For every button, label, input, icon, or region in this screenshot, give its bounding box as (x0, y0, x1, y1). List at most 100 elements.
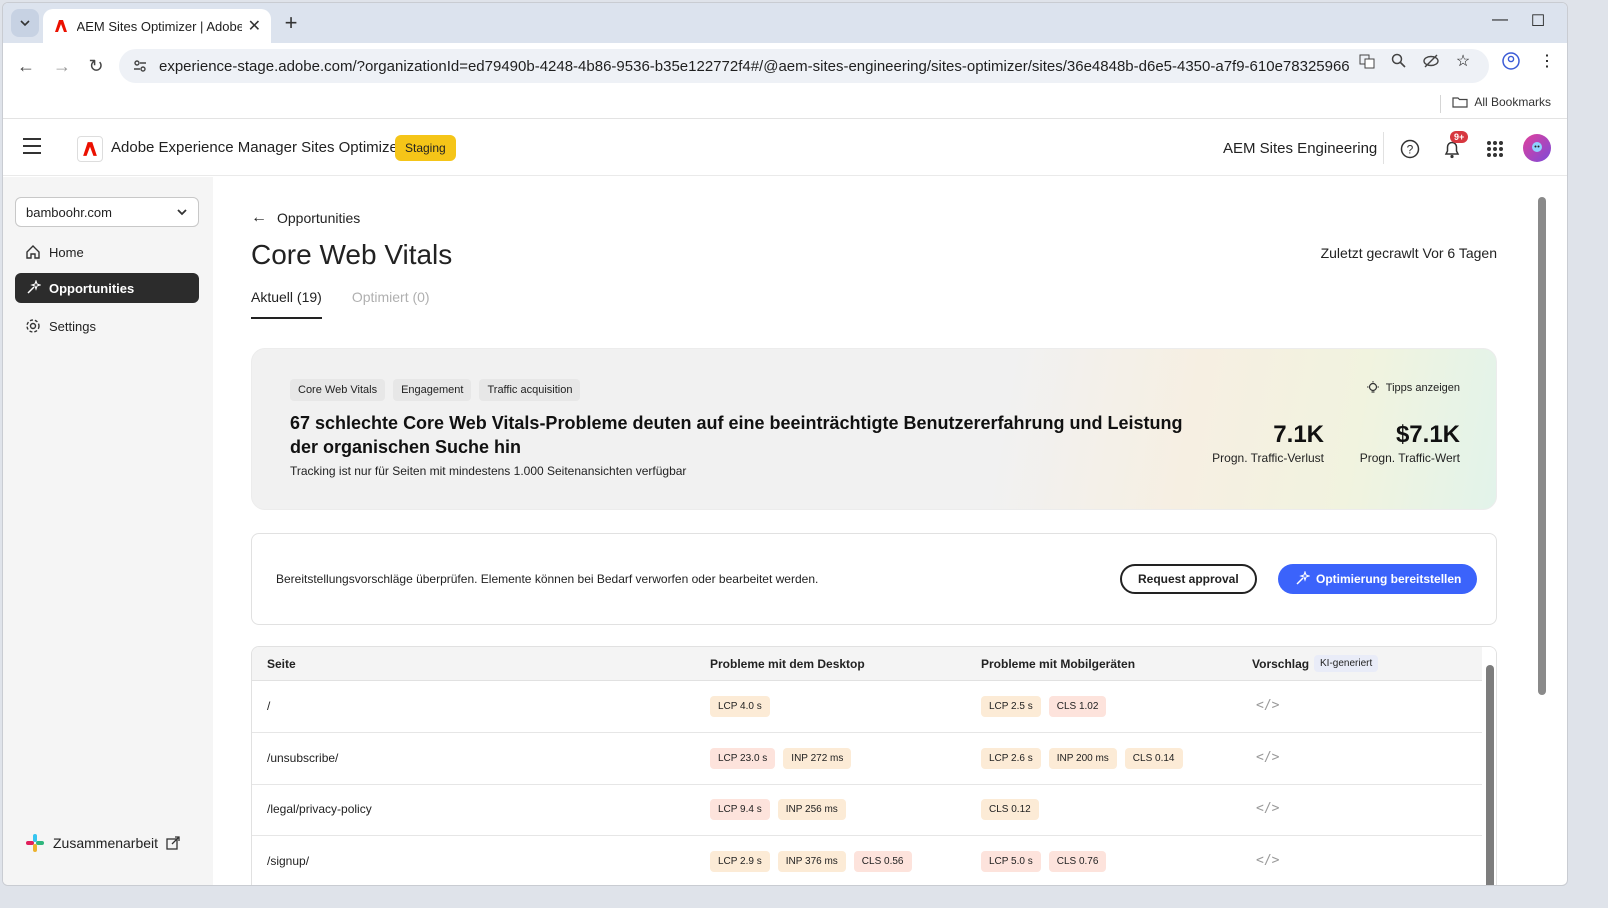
tab-current[interactable]: Aktuell (19) (251, 289, 322, 319)
sidebar-item-settings[interactable]: Settings (15, 311, 199, 341)
external-link-icon (166, 836, 180, 850)
site-info-icon[interactable] (125, 58, 155, 74)
deployment-text: Bereitstellungsvorschläge überprüfen. El… (276, 572, 819, 586)
page-path[interactable]: /signup/ (267, 854, 309, 868)
site-selector[interactable]: bamboohr.com (15, 197, 199, 227)
eye-off-icon[interactable] (1421, 51, 1441, 71)
stat-value: 7.1K (1273, 421, 1324, 448)
close-tab-icon[interactable]: ✕ (248, 16, 261, 36)
column-header-desktop[interactable]: Probleme mit dem Desktop (710, 657, 865, 671)
collaboration-label: Zusammenarbeit (53, 835, 159, 851)
page-path[interactable]: / (267, 699, 270, 713)
browser-toolbar: ← → ↻ experience-stage.adobe.com/?organi… (3, 43, 1567, 89)
org-switcher[interactable]: AEM Sites Engineering (1223, 140, 1377, 157)
crawl-info: Zuletzt gecrawlt Vor 6 Tagen (1320, 245, 1497, 261)
desktop-issues: LCP 23.0 s INP 272 ms (710, 747, 852, 769)
code-suggestion-icon[interactable]: </> (1256, 750, 1279, 765)
bookmark-star-icon[interactable]: ☆ (1453, 51, 1473, 71)
chevron-down-icon (20, 20, 30, 27)
code-suggestion-icon[interactable]: </> (1256, 801, 1279, 816)
metric-chip: LCP 9.4 s (710, 799, 770, 820)
help-icon[interactable]: ? (1399, 138, 1421, 160)
tab-search-button[interactable] (11, 9, 39, 37)
summary-headline: 67 schlechte Core Web Vitals-Probleme de… (290, 413, 1183, 457)
sidebar-item-home[interactable]: Home (15, 237, 199, 267)
arrow-left-icon: ← (251, 209, 267, 226)
back-icon[interactable]: ← (15, 55, 37, 77)
page-path[interactable]: /unsubscribe/ (267, 751, 338, 765)
sidebar-item-opportunities[interactable]: Opportunities (15, 273, 199, 303)
user-avatar[interactable] (1523, 134, 1551, 162)
column-header-suggestion[interactable]: Vorschlag (1252, 657, 1309, 671)
address-bar[interactable]: experience-stage.adobe.com/?organization… (119, 49, 1489, 83)
metric-chip: LCP 5.0 s (981, 850, 1041, 872)
mobile-issues: LCP 2.6 s INP 200 ms CLS 0.14 (981, 747, 1183, 769)
metric-chip: CLS 0.14 (1124, 747, 1183, 769)
chevron-down-icon (177, 209, 187, 216)
close-window-button[interactable]: ✕ (1559, 11, 1567, 31)
mobile-issues: LCP 5.0 s CLS 0.76 (981, 850, 1107, 872)
tag: Engagement (393, 379, 472, 401)
column-header-mobile[interactable]: Probleme mit Mobilgeräten (981, 657, 1135, 671)
request-approval-button[interactable]: Request approval (1120, 564, 1257, 594)
deploy-optimization-button[interactable]: Optimierung bereitstellen (1278, 564, 1478, 594)
collaboration-link[interactable]: Zusammenarbeit (25, 833, 180, 853)
more-menu-icon[interactable]: ⋮ (1537, 51, 1557, 71)
metric-chip: LCP 4.0 s (710, 696, 770, 717)
stat-label: Progn. Traffic-Verlust (1212, 451, 1324, 465)
deploy-optimization-label: Optimierung bereitstellen (1316, 572, 1462, 586)
sidebar-item-label: Opportunities (49, 280, 135, 296)
forward-icon[interactable]: → (51, 55, 73, 77)
apps-grid-icon[interactable] (1484, 138, 1506, 160)
url-text: experience-stage.adobe.com/?organization… (159, 57, 1349, 75)
metric-chip: INP 376 ms (777, 850, 846, 872)
scrollbar-thumb[interactable] (1538, 197, 1546, 695)
translate-icon[interactable] (1357, 51, 1377, 71)
table-row[interactable]: /signup/LCP 2.9 s INP 376 ms CLS 0.56 LCP 5… (252, 836, 1482, 886)
metric-chip: LCP 2.9 s (710, 850, 770, 872)
metric-chip: CLS 0.56 (853, 850, 912, 872)
all-bookmarks-button[interactable]: All Bookmarks (1452, 95, 1551, 109)
table-row[interactable]: /legal/privacy-policy LCP 9.4 s INP 256 ms… (252, 784, 1482, 836)
stat-value: $7.1K (1395, 421, 1460, 448)
stat-traffic-value: $7.1K Progn. Traffic-Wert (1360, 421, 1460, 465)
desktop-issues: LCP 4.0 s (710, 696, 770, 717)
table-scrollbar[interactable] (1482, 647, 1496, 885)
sparkle-icon (27, 280, 41, 294)
minimize-button[interactable]: — (1485, 11, 1515, 29)
scrollbar-thumb[interactable] (1486, 665, 1494, 885)
site-selector-value: bamboohr.com (26, 204, 112, 220)
all-bookmarks-label: All Bookmarks (1474, 95, 1551, 109)
code-suggestion-icon[interactable]: </> (1256, 698, 1279, 713)
profile-icon[interactable] (1501, 51, 1521, 71)
header-divider (1383, 132, 1384, 164)
tab-list: Aktuell (19) Optimiert (0) (251, 289, 430, 319)
metric-chip: INP 200 ms (1048, 747, 1117, 769)
zoom-icon[interactable] (1389, 51, 1409, 71)
maximize-button[interactable]: ☐ (1523, 11, 1553, 31)
page-scrollbar[interactable] (1535, 177, 1549, 885)
browser-window: AEM Sites Optimizer | Adobe Ex ✕ + — ☐ ✕… (2, 2, 1568, 886)
sidebar-item-label: Home (49, 244, 84, 260)
browser-tab[interactable]: AEM Sites Optimizer | Adobe Ex ✕ (43, 9, 271, 43)
sidebar-item-label: Settings (49, 318, 96, 334)
app-name: Adobe Experience Manager Sites Optimizer (111, 139, 403, 156)
back-to-opportunities[interactable]: ← Opportunities (251, 209, 360, 227)
show-tips-button[interactable]: Tipps anzeigen (1366, 381, 1460, 395)
code-suggestion-icon[interactable]: </> (1256, 853, 1279, 868)
reload-icon[interactable]: ↻ (85, 55, 107, 77)
table-row[interactable]: /unsubscribe/LCP 23.0 s INP 272 ms LCP 2.6… (252, 733, 1482, 785)
page-title: Core Web Vitals (251, 239, 453, 270)
metric-chip: CLS 0.76 (1048, 850, 1107, 872)
hamburger-menu-icon[interactable] (23, 138, 41, 156)
tips-label: Tipps anzeigen (1385, 382, 1460, 394)
tab-optimized[interactable]: Optimiert (0) (352, 289, 430, 319)
metric-chip: LCP 2.5 s (981, 696, 1041, 717)
desktop-issues: LCP 9.4 s INP 256 ms (710, 799, 846, 820)
page-path[interactable]: /legal/privacy-policy (267, 802, 372, 816)
tab-strip: AEM Sites Optimizer | Adobe Ex ✕ + — ☐ ✕ (3, 3, 1567, 43)
new-tab-button[interactable]: + (279, 10, 303, 35)
table-row[interactable]: / LCP 4.0 s LCP 2.5 s CLS 1.02 </> (252, 681, 1482, 733)
column-header-page[interactable]: Seite (267, 657, 296, 671)
summary-subtext: Tracking ist nur für Seiten mit mindeste… (290, 464, 687, 478)
